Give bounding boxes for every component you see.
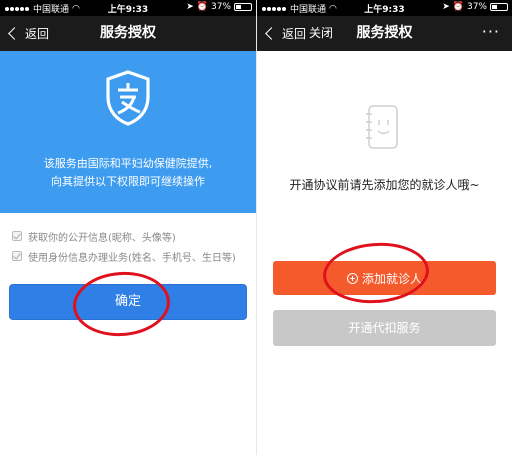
more-menu-button[interactable]: ··· <box>482 16 500 48</box>
alipay-shield-icon <box>106 70 150 126</box>
battery-icon <box>234 3 252 11</box>
confirm-button[interactable]: 确定 <box>9 284 247 320</box>
left-screen: 中国联通 ◠ 上午9:33 ➤ ⏰ 37% 返回 服务授权 该服务由国际和平妇幼… <box>0 0 256 455</box>
alarm-icon: ⏰ <box>452 2 464 12</box>
status-right: ➤ ⏰ 37% <box>186 2 252 12</box>
permission-item-identity-info[interactable]: 使用身份信息办理业务(姓名、手机号、生日等) <box>12 246 244 266</box>
auth-header-panel: 该服务由国际和平妇幼保健院提供, 向其提供以下权限即可继续操作 <box>0 51 256 213</box>
battery-percent: 37% <box>466 2 487 12</box>
auth-description-line1: 该服务由国际和平妇幼保健院提供, <box>43 157 213 170</box>
enable-autopay-button[interactable]: 开通代扣服务 <box>273 310 496 346</box>
add-patient-label: 添加就诊人 <box>361 271 422 286</box>
status-bar: 中国联通 ◠ 上午9:33 ➤ ⏰ 37% <box>257 0 512 16</box>
location-icon: ➤ <box>442 2 450 12</box>
battery-icon <box>490 3 508 11</box>
status-bar: 中国联通 ◠ 上午9:33 ➤ ⏰ 37% <box>0 0 256 16</box>
page-title: 服务授权 <box>356 25 413 41</box>
right-screen: 中国联通 ◠ 上午9:33 ➤ ⏰ 37% 返回 关闭 服务授权 ··· 开通协… <box>256 0 512 455</box>
permission-label: 获取你的公开信息(昵称、头像等) <box>28 232 176 244</box>
status-right: ➤ ⏰ 37% <box>442 2 508 12</box>
auth-description: 该服务由国际和平妇幼保健院提供, 向其提供以下权限即可继续操作 <box>0 155 256 191</box>
auth-description-line2: 向其提供以下权限即可继续操作 <box>51 175 205 188</box>
permission-label: 使用身份信息办理业务(姓名、手机号、生日等) <box>28 252 236 264</box>
checkbox-checked-icon[interactable] <box>12 251 22 261</box>
add-patient-button[interactable]: 添加就诊人 <box>273 261 496 295</box>
location-icon: ➤ <box>186 2 194 12</box>
plus-circle-icon <box>346 272 358 284</box>
permission-item-public-info[interactable]: 获取你的公开信息(昵称、头像等) <box>12 226 244 246</box>
permission-list: 获取你的公开信息(昵称、头像等) 使用身份信息办理业务(姓名、手机号、生日等) <box>0 213 256 266</box>
checkbox-checked-icon[interactable] <box>12 231 22 241</box>
add-patient-prompt: 开通协议前请先添加您的就诊人哦~ <box>289 178 480 192</box>
nav-bar: 返回 服务授权 <box>0 16 256 51</box>
notebook-icon <box>366 105 398 149</box>
page-title: 服务授权 <box>100 25 156 41</box>
alarm-icon: ⏰ <box>196 2 208 12</box>
nav-bar: 返回 关闭 服务授权 ··· <box>257 16 512 51</box>
battery-percent: 37% <box>210 2 231 12</box>
